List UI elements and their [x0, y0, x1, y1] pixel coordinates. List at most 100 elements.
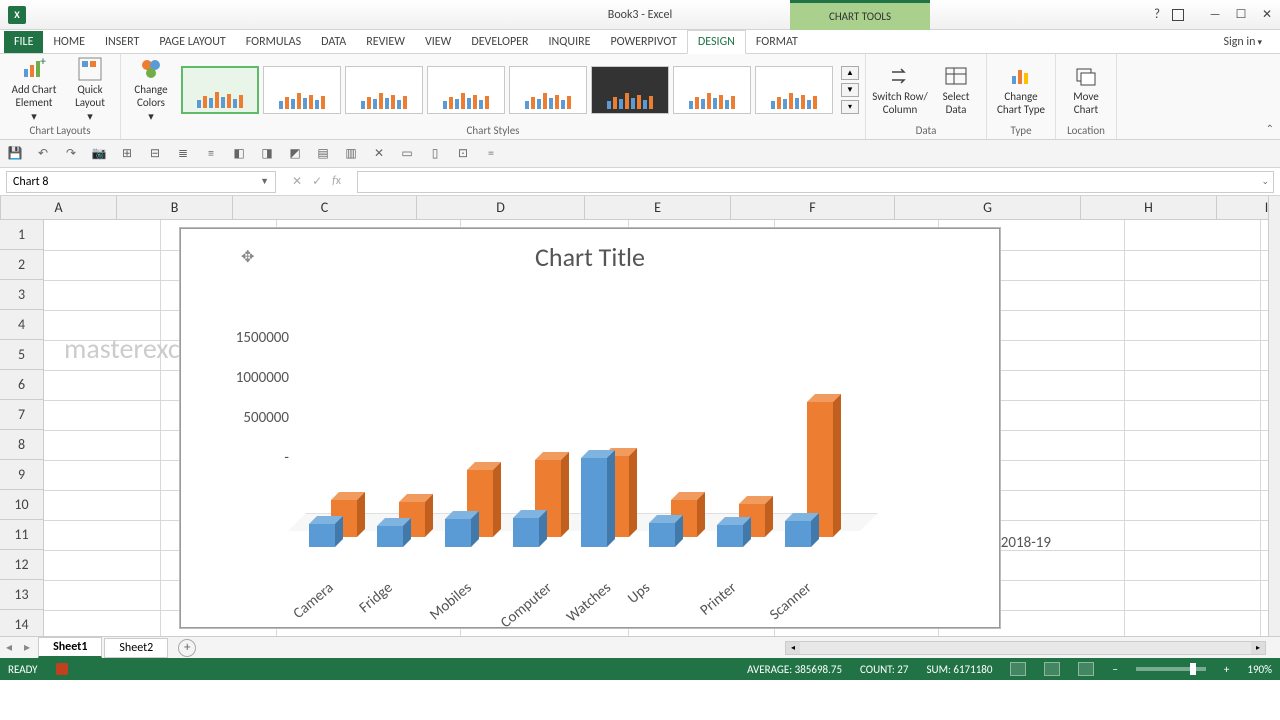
row-header-2[interactable]: 2: [0, 250, 43, 280]
tab-view[interactable]: VIEW: [415, 31, 461, 53]
chart-move-handle-icon[interactable]: ✥: [241, 247, 254, 267]
page-break-view-icon[interactable]: [1078, 662, 1094, 676]
row-header-6[interactable]: 6: [0, 370, 43, 400]
undo-icon[interactable]: ↶: [34, 145, 52, 163]
hscroll-right[interactable]: ▸: [1251, 642, 1265, 654]
chart-style-5[interactable]: [509, 66, 587, 114]
qat-icon-7[interactable]: ◩: [286, 145, 304, 163]
macro-record-icon[interactable]: [56, 663, 68, 675]
row-header-7[interactable]: 7: [0, 400, 43, 430]
column-header-A[interactable]: A: [1, 196, 117, 219]
qat-icon-10[interactable]: ✕: [370, 145, 388, 163]
chart-style-4[interactable]: [427, 66, 505, 114]
close-icon[interactable]: ✕: [1258, 6, 1276, 24]
qat-icon-3[interactable]: ≣: [174, 145, 192, 163]
tab-design[interactable]: DESIGN: [687, 30, 746, 54]
sheet-tab-sheet2[interactable]: Sheet2: [104, 638, 168, 658]
row-header-1[interactable]: 1: [0, 220, 43, 250]
embedded-chart[interactable]: ✥ Chart Title 1500000 1000000 500000 - C…: [180, 228, 1000, 628]
style-scroll-more[interactable]: ▾: [841, 100, 859, 114]
sheet-nav-next[interactable]: ▸: [18, 640, 36, 655]
row-header-8[interactable]: 8: [0, 430, 43, 460]
zoom-slider[interactable]: [1136, 667, 1206, 671]
add-sheet-button[interactable]: +: [178, 639, 196, 657]
sign-in-link[interactable]: Sign in: [1215, 31, 1270, 53]
column-header-F[interactable]: F: [731, 196, 895, 219]
tab-format[interactable]: FORMAT: [746, 31, 808, 53]
tab-home[interactable]: HOME: [43, 31, 95, 53]
qat-icon-14[interactable]: =: [482, 145, 500, 163]
row-header-11[interactable]: 11: [0, 520, 43, 550]
chart-style-7[interactable]: [673, 66, 751, 114]
cancel-formula-icon[interactable]: ✕: [292, 174, 302, 189]
move-chart-button[interactable]: Move Chart: [1062, 58, 1110, 122]
column-header-E[interactable]: E: [585, 196, 731, 219]
column-header-G[interactable]: G: [895, 196, 1081, 219]
page-layout-view-icon[interactable]: [1044, 662, 1060, 676]
name-box-dropdown-icon[interactable]: ▼: [260, 176, 269, 187]
enter-formula-icon[interactable]: ✓: [312, 174, 322, 189]
sheet-nav-prev[interactable]: ◂: [0, 640, 18, 655]
chart-plot-area[interactable]: 1500000 1000000 500000 - CameraFridgeMob…: [209, 309, 959, 607]
collapse-ribbon-icon[interactable]: ⌃: [1266, 122, 1274, 135]
zoom-out-button[interactable]: −: [1112, 663, 1117, 676]
qat-icon-8[interactable]: ▤: [314, 145, 332, 163]
tab-page-layout[interactable]: PAGE LAYOUT: [149, 31, 235, 53]
maximize-icon[interactable]: ☐: [1232, 6, 1250, 24]
column-header-D[interactable]: D: [417, 196, 585, 219]
chart-style-6[interactable]: [591, 66, 669, 114]
formula-bar-expand-icon[interactable]: ⌄: [1261, 176, 1269, 187]
row-header-5[interactable]: 5: [0, 340, 43, 370]
chart-style-2[interactable]: [263, 66, 341, 114]
column-header-C[interactable]: C: [233, 196, 417, 219]
qat-icon-6[interactable]: ◨: [258, 145, 276, 163]
tab-developer[interactable]: DEVELOPER: [461, 31, 538, 53]
vertical-scrollbar[interactable]: [1268, 196, 1280, 636]
tab-data[interactable]: DATA: [311, 31, 356, 53]
qat-icon-11[interactable]: ▭: [398, 145, 416, 163]
help-icon[interactable]: ?: [1154, 7, 1160, 22]
style-scroll-down[interactable]: ▼: [841, 83, 859, 97]
camera-icon[interactable]: 📷: [90, 145, 108, 163]
minimize-icon[interactable]: —: [1206, 6, 1224, 24]
qat-icon-12[interactable]: ▯: [426, 145, 444, 163]
formula-bar[interactable]: ⌄: [357, 171, 1274, 193]
qat-icon-9[interactable]: ▥: [342, 145, 360, 163]
save-icon[interactable]: 💾: [6, 145, 24, 163]
row-header-3[interactable]: 3: [0, 280, 43, 310]
name-box[interactable]: Chart 8 ▼: [6, 171, 276, 193]
row-header-12[interactable]: 12: [0, 550, 43, 580]
redo-icon[interactable]: ↷: [62, 145, 80, 163]
chart-title[interactable]: Chart Title: [181, 229, 999, 285]
horizontal-scrollbar[interactable]: ◂ ▸: [785, 641, 1266, 655]
tab-file[interactable]: FILE: [4, 31, 43, 53]
tab-inquire[interactable]: INQUIRE: [539, 31, 601, 53]
row-header-10[interactable]: 10: [0, 490, 43, 520]
insert-function-icon[interactable]: fx: [332, 174, 341, 189]
sheet-tab-sheet1[interactable]: Sheet1: [38, 637, 102, 658]
qat-icon-13[interactable]: ⊡: [454, 145, 472, 163]
change-colors-button[interactable]: Change Colors ▾: [127, 58, 175, 122]
tab-powerpivot[interactable]: POWERPIVOT: [600, 31, 686, 53]
style-scroll-up[interactable]: ▲: [841, 66, 859, 80]
zoom-in-button[interactable]: +: [1224, 663, 1229, 676]
qat-icon-5[interactable]: ◧: [230, 145, 248, 163]
row-header-9[interactable]: 9: [0, 460, 43, 490]
ribbon-display-options-icon[interactable]: [1172, 9, 1184, 21]
hscroll-left[interactable]: ◂: [786, 642, 800, 654]
qat-icon-4[interactable]: ≡: [202, 145, 220, 163]
normal-view-icon[interactable]: [1010, 662, 1026, 676]
tab-review[interactable]: REVIEW: [356, 31, 415, 53]
zoom-percentage[interactable]: 190%: [1247, 663, 1272, 676]
row-header-4[interactable]: 4: [0, 310, 43, 340]
tab-formulas[interactable]: FORMULAS: [236, 31, 311, 53]
change-chart-type-button[interactable]: Change Chart Type: [993, 58, 1049, 122]
add-chart-element-button[interactable]: + Add Chart Element ▾: [6, 58, 62, 122]
column-header-B[interactable]: B: [117, 196, 233, 219]
chart-style-3[interactable]: [345, 66, 423, 114]
row-header-13[interactable]: 13: [0, 580, 43, 610]
column-header-H[interactable]: H: [1081, 196, 1217, 219]
quick-layout-button[interactable]: Quick Layout ▾: [66, 58, 114, 122]
tab-insert[interactable]: INSERT: [95, 31, 149, 53]
qat-icon-1[interactable]: ⊞: [118, 145, 136, 163]
